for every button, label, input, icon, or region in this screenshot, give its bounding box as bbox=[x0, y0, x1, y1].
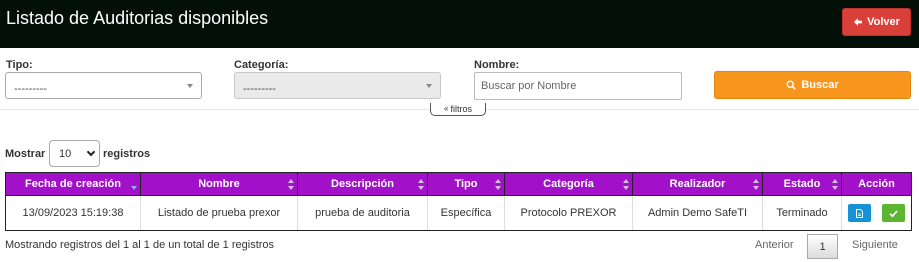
back-button-label: Volver bbox=[867, 16, 900, 28]
col-descripcion-label: Descripción bbox=[331, 178, 394, 190]
col-categoria-label: Categoría bbox=[543, 178, 594, 190]
col-nombre[interactable]: Nombre bbox=[140, 172, 298, 196]
col-fecha-label: Fecha de creación bbox=[25, 178, 121, 190]
page-title: Listado de Auditorias disponibles bbox=[6, 8, 269, 28]
sort-icon bbox=[495, 179, 501, 190]
length-suffix: registros bbox=[103, 148, 151, 160]
pagination-page-1[interactable]: 1 bbox=[807, 234, 838, 259]
search-button[interactable]: Buscar bbox=[714, 71, 911, 99]
tipo-select-value: --------- bbox=[14, 82, 47, 95]
cell-estado: Terminado bbox=[762, 195, 842, 231]
filters-toggle-button[interactable]: « filtros bbox=[430, 103, 486, 116]
col-accion: Acción bbox=[841, 172, 912, 196]
chevron-down-icon bbox=[86, 147, 96, 157]
back-button[interactable]: Volver bbox=[842, 8, 911, 36]
caret-down-icon bbox=[187, 84, 193, 88]
cell-tipo: Específica bbox=[427, 195, 505, 231]
search-icon bbox=[786, 80, 797, 90]
tipo-select[interactable]: --------- bbox=[5, 72, 202, 99]
col-tipo[interactable]: Tipo bbox=[427, 172, 505, 196]
caret-down-icon bbox=[426, 84, 432, 88]
filters-toggle-label: filtros bbox=[450, 104, 472, 114]
col-realizador[interactable]: Realizador bbox=[632, 172, 763, 196]
col-estado[interactable]: Estado bbox=[762, 172, 842, 196]
pagination-previous[interactable]: Anterior bbox=[755, 239, 794, 251]
nombre-label: Nombre: bbox=[474, 59, 520, 71]
table-info: Mostrando registros del 1 al 1 de un tot… bbox=[5, 239, 275, 251]
cell-realizador: Admin Demo SafeTI bbox=[632, 195, 763, 231]
sort-icon bbox=[753, 179, 759, 190]
col-nombre-label: Nombre bbox=[198, 178, 240, 190]
cell-categoria: Protocolo PREXOR bbox=[504, 195, 633, 231]
cell-descripcion: prueba de auditoria bbox=[297, 195, 428, 231]
length-prefix: Mostrar bbox=[5, 148, 46, 160]
col-estado-label: Estado bbox=[783, 178, 821, 190]
tipo-label: Tipo: bbox=[6, 59, 33, 71]
col-accion-label: Acción bbox=[858, 178, 895, 190]
col-fecha[interactable]: Fecha de creación bbox=[5, 172, 141, 196]
page-length-select[interactable]: 10 bbox=[49, 140, 100, 167]
col-descripcion[interactable]: Descripción bbox=[297, 172, 428, 196]
page-length-value: 10 bbox=[59, 147, 72, 160]
cell-fecha: 13/09/2023 15:19:38 bbox=[5, 195, 141, 231]
search-button-label: Buscar bbox=[801, 79, 839, 91]
table-header-row: Fecha de creación Nombre Descripción Tip… bbox=[5, 172, 912, 196]
nombre-search-input[interactable] bbox=[474, 72, 682, 100]
categoria-label: Categoría: bbox=[234, 59, 289, 71]
col-tipo-label: Tipo bbox=[454, 178, 478, 190]
col-categoria[interactable]: Categoría bbox=[504, 172, 633, 196]
pagination-next[interactable]: Siguiente bbox=[852, 239, 898, 251]
categoria-select[interactable]: --------- bbox=[234, 72, 441, 99]
cell-accion bbox=[841, 195, 912, 231]
sort-icon bbox=[623, 179, 629, 190]
double-chevron-up-icon: « bbox=[444, 104, 449, 113]
view-report-button[interactable] bbox=[847, 204, 871, 222]
cell-nombre: Listado de prueba prexor bbox=[140, 195, 298, 231]
sort-icon bbox=[288, 179, 294, 190]
check-icon bbox=[889, 209, 898, 217]
document-icon bbox=[855, 208, 863, 218]
table-row: 13/09/2023 15:19:38 Listado de prueba pr… bbox=[5, 195, 912, 231]
categoria-select-value: --------- bbox=[243, 82, 276, 95]
arrow-left-icon bbox=[854, 18, 863, 26]
audits-table: Fecha de creación Nombre Descripción Tip… bbox=[5, 172, 912, 231]
sort-icon bbox=[832, 179, 838, 190]
sort-desc-icon bbox=[131, 179, 137, 190]
approve-button[interactable] bbox=[882, 204, 906, 222]
col-realizador-label: Realizador bbox=[669, 178, 726, 190]
sort-icon bbox=[418, 179, 424, 190]
